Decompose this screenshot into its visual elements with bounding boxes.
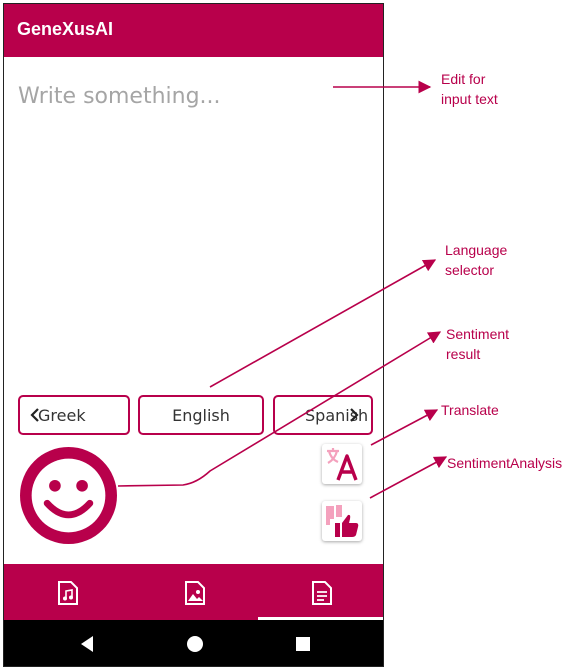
annotation-sentiment-result: Sentiment result <box>446 324 509 364</box>
language-center-label: English <box>172 405 230 425</box>
annotation-language-line1: Language <box>445 242 508 258</box>
system-navigation-bar <box>4 620 383 666</box>
annotation-sentiment-analysis: SentimentAnalysis <box>447 455 563 471</box>
recents-button[interactable] <box>273 620 333 666</box>
annotation-language-line2: selector <box>445 262 495 278</box>
chevron-left-icon[interactable] <box>30 407 40 423</box>
music-file-icon <box>58 581 78 605</box>
bottom-navigation <box>4 564 383 620</box>
home-button[interactable] <box>165 620 225 666</box>
smiley-face-icon <box>20 447 117 544</box>
tab-audio[interactable] <box>4 564 131 620</box>
document-file-icon <box>312 581 332 605</box>
app-bar: GeneXusAI <box>4 4 383 57</box>
language-left-label: Greek <box>38 405 86 425</box>
image-file-icon <box>185 581 205 605</box>
recents-icon <box>296 637 310 651</box>
input-text-field[interactable] <box>18 76 358 116</box>
annotation-edit-input: Edit for input text <box>441 69 498 109</box>
annotation-translate: Translate <box>441 402 499 418</box>
annotation-edit-line1: Edit for <box>441 71 486 87</box>
phone-screen: GeneXusAI Greek English Spanish <box>3 3 384 667</box>
tab-image[interactable] <box>131 564 258 620</box>
language-selector[interactable]: Greek English Spanish <box>4 395 383 439</box>
annotation-language-selector: Language selector <box>445 240 507 280</box>
sentiment-analysis-button[interactable] <box>322 501 362 541</box>
chevron-right-icon[interactable] <box>349 407 359 423</box>
annotation-sentiment-line2: result <box>446 346 481 362</box>
home-icon <box>187 636 203 652</box>
translate-button[interactable] <box>322 444 362 484</box>
tab-document[interactable] <box>258 564 383 620</box>
language-option-selected[interactable]: English <box>138 395 264 435</box>
translate-icon <box>327 448 358 481</box>
annotation-edit-line2: input text <box>441 91 498 107</box>
back-icon <box>81 636 93 652</box>
thumbs-icon <box>326 505 359 537</box>
app-title: GeneXusAI <box>17 19 114 39</box>
back-button[interactable] <box>57 620 117 666</box>
annotation-sentiment-line1: Sentiment <box>446 326 510 342</box>
